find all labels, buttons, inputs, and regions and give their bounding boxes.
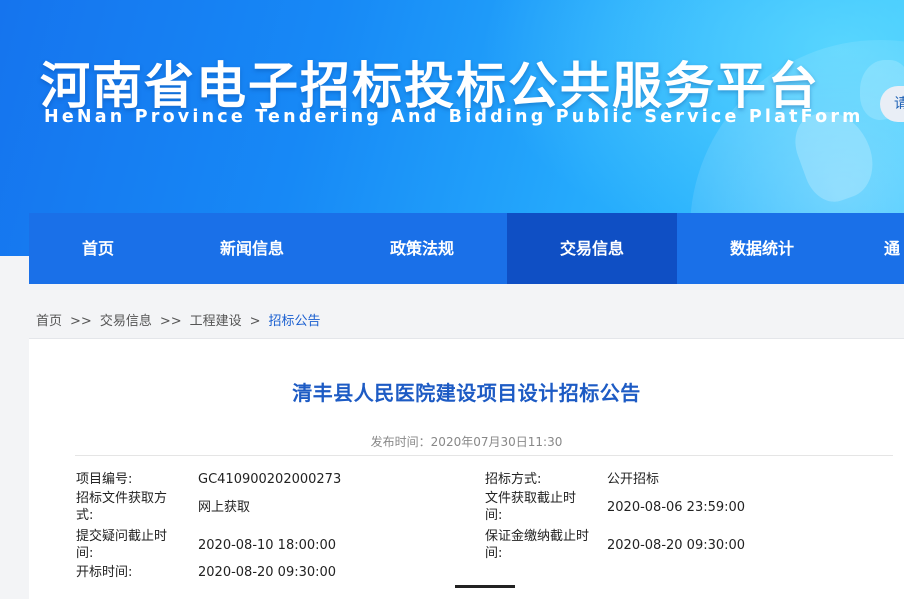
breadcrumb-trade[interactable]: 交易信息 (100, 310, 152, 329)
publish-value: 2020年07月30日11:30 (430, 435, 563, 449)
opening-time-label: 开标时间: (76, 565, 133, 580)
question-deadline-label: 提交疑问截止时间: (76, 529, 168, 561)
breadcrumb: 首页 >> 交易信息 >> 工程建设 > 招标公告 (36, 310, 321, 329)
publish-label: 发布时间： (370, 435, 431, 449)
nav-item-more[interactable]: 通 (847, 213, 904, 284)
breadcrumb-separator: > (249, 314, 261, 329)
site-subtitle: HeNan Province Tendering And Bidding Pub… (44, 107, 864, 127)
main-nav: 首页 新闻信息 政策法规 交易信息 数据统计 通 (29, 213, 904, 284)
deposit-deadline-value: 2020-08-20 09:30:00 (607, 538, 746, 553)
nav-item-home[interactable]: 首页 (29, 213, 167, 284)
nav-item-policy[interactable]: 政策法规 (337, 213, 507, 284)
doc-deadline-label: 文件获取截止时间: (485, 491, 577, 523)
bid-method-value: 公开招标 (607, 472, 660, 487)
nav-item-trade[interactable]: 交易信息 (507, 213, 677, 284)
nav-item-stats[interactable]: 数据统计 (677, 213, 847, 284)
project-no-value: GC410900202000273 (198, 472, 342, 487)
doc-deadline-value: 2020-08-06 23:59:00 (607, 500, 746, 515)
project-no-label: 项目编号: (76, 472, 133, 487)
nav-item-news[interactable]: 新闻信息 (167, 213, 337, 284)
divider (75, 455, 893, 456)
opening-time-value: 2020-08-20 09:30:00 (198, 565, 337, 580)
breadcrumb-separator: >> (70, 314, 92, 329)
article-card: 清丰县人民医院建设项目设计招标公告 发布时间：2020年07月30日11:30 … (29, 338, 904, 599)
publish-time: 发布时间：2020年07月30日11:30 (29, 433, 904, 450)
question-deadline-value: 2020-08-10 18:00:00 (198, 538, 337, 553)
doc-obtain-method-value: 网上获取 (198, 500, 251, 515)
section-heading-fragment (455, 585, 515, 588)
breadcrumb-home[interactable]: 首页 (36, 310, 62, 329)
deposit-deadline-label: 保证金缴纳截止时间: (485, 529, 590, 561)
bid-method-label: 招标方式: (485, 472, 542, 487)
breadcrumb-construction[interactable]: 工程建设 (190, 310, 242, 329)
breadcrumb-separator: >> (159, 314, 182, 329)
article-title: 清丰县人民医院建设项目设计招标公告 (292, 381, 641, 405)
breadcrumb-current[interactable]: 招标公告 (269, 310, 321, 329)
doc-obtain-method-label: 招标文件获取方式: (76, 491, 168, 523)
